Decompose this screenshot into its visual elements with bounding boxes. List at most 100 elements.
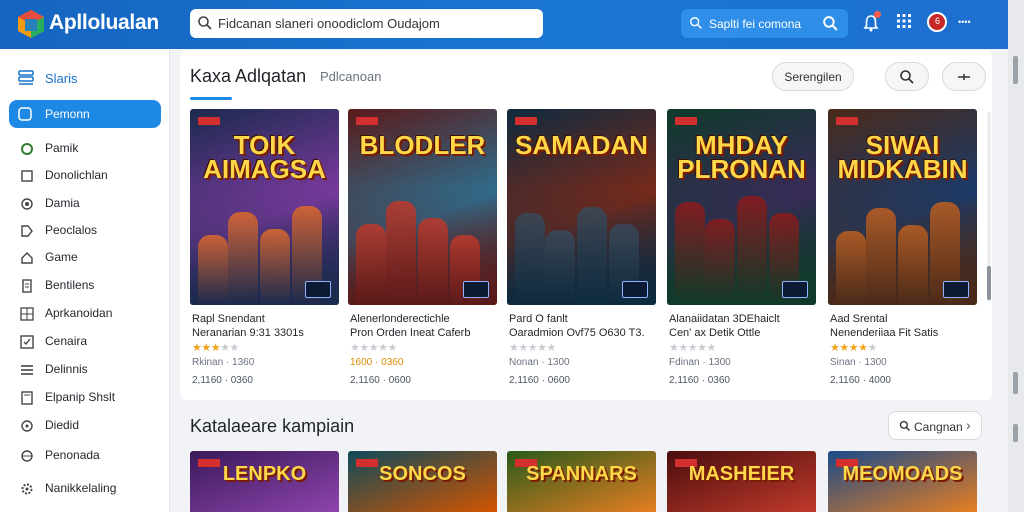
sidebar-item[interactable]: Bentilens	[17, 276, 162, 296]
square-icon	[21, 170, 33, 182]
sidebar-item-label: Peoclalos	[45, 223, 98, 237]
sidebar-item[interactable]: Elpanip Shslt	[17, 388, 162, 408]
sidebar-item[interactable]: Damia	[17, 194, 162, 214]
search-icon	[899, 420, 911, 432]
sidebar-item[interactable]: Peoclalos	[17, 221, 162, 241]
game-cover-image[interactable]: LENPKO	[190, 451, 339, 512]
notification-badge	[874, 11, 881, 18]
home-icon	[18, 107, 32, 121]
star-rating: ★★★★★	[669, 342, 716, 354]
sidebar-active-label: Pemonn	[45, 107, 90, 121]
sidebar-item[interactable]: Delinnis	[17, 360, 162, 380]
game-meta: Sinan · 1300	[830, 357, 887, 368]
list-icon	[21, 365, 33, 375]
game-cover-image[interactable]: MEOMOADS	[828, 451, 977, 512]
platform-badge	[622, 281, 648, 298]
cover-title: LENPKO	[222, 463, 307, 485]
cover-figure	[386, 201, 416, 305]
sidebar-item[interactable]: Nanikkelaling	[17, 479, 162, 499]
game-cover-image[interactable]: SPANNARS	[507, 451, 656, 512]
game-meta: Nonan · 1300	[509, 357, 570, 368]
window-scrollbar[interactable]	[1008, 0, 1024, 512]
gear-icon	[21, 483, 33, 495]
sidebar-item[interactable]: Penonada	[17, 446, 162, 466]
stack-icon	[18, 70, 34, 85]
cover-figure	[898, 225, 928, 305]
sidebar-item[interactable]: Diedid	[17, 416, 162, 436]
cover-figure	[675, 202, 705, 305]
star-rating: ★★★★★	[192, 342, 239, 354]
cover-title: SAMADAN	[515, 130, 648, 160]
sidebar-item-label: Pamik	[45, 141, 79, 155]
game-stats: 2,1160 · 0600	[509, 375, 570, 386]
section-title: Kaxa Adlqatan	[190, 66, 307, 86]
cover-figure	[515, 213, 545, 305]
search-bar[interactable]	[190, 9, 543, 38]
sidebar-item[interactable]: Aprkanoidan	[17, 304, 162, 324]
search-input[interactable]	[218, 14, 538, 33]
game-cover-image[interactable]: TOIK AIMAGSA	[190, 109, 339, 305]
sidebar: Slaris Pemonn Pamik Donolichlan Damia Peocl…	[0, 49, 170, 512]
game-name[interactable]: Pard O fanlt	[509, 313, 568, 325]
game-name[interactable]: Aad Srental	[830, 313, 887, 325]
settings-icon	[21, 420, 33, 432]
panel-scrollbar[interactable]	[987, 112, 991, 302]
user-label[interactable]: ••••	[958, 17, 971, 27]
search-submit-icon[interactable]	[822, 15, 839, 32]
game-cover-image[interactable]: MHDAY PLRONAN	[667, 109, 816, 305]
sidebar-item[interactable]: Cenaira	[17, 332, 162, 352]
user-avatar[interactable]: 6	[927, 12, 947, 32]
cover-figure	[228, 212, 258, 305]
game-subtitle: Oaradmion Ovf75 O630 T3.	[509, 327, 645, 339]
sidebar-item-label: Elpanip Shslt	[45, 390, 116, 404]
apps-grid-icon[interactable]	[897, 14, 911, 28]
search-icon	[198, 16, 212, 30]
cover-title: MASHEIER	[688, 463, 795, 485]
scrollbar-thumb[interactable]	[1013, 424, 1018, 442]
panel-search-button[interactable]	[885, 62, 929, 91]
game-stats: 2,1160 · 0360	[669, 375, 730, 386]
game-cover-image[interactable]: SAMADAN	[507, 109, 656, 305]
sidebar-item[interactable]: Donolichlan	[17, 166, 162, 186]
sidebar-heading[interactable]: Slaris	[17, 69, 78, 92]
filter-pill[interactable]: Serengilen	[772, 62, 854, 91]
sidebar-item-label: Nanikkelaling	[45, 481, 117, 495]
section2-more-button[interactable]: Cangnan ›	[888, 411, 982, 440]
platform-badge	[305, 281, 331, 298]
grid-icon	[20, 307, 34, 321]
section-subtitle[interactable]: Pdlcanoan	[320, 69, 381, 84]
secondary-search-box[interactable]: Saplti fei comona	[681, 9, 848, 38]
hexagon-logo-icon[interactable]	[17, 9, 45, 39]
game-cover-image[interactable]: SONCOS	[348, 451, 497, 512]
home-icon	[21, 252, 33, 264]
featured-panel: Kaxa Adlqatan Pdlcanoan Serengilen TOIK …	[180, 50, 992, 400]
game-stats: 2,1160 · 0360	[192, 375, 253, 386]
game-subtitle: Nenenderiiaa Fit Satis	[830, 327, 939, 339]
scrollbar-thumb[interactable]	[1013, 372, 1018, 394]
panel-scrollbar-thumb[interactable]	[987, 266, 991, 300]
game-cover-image[interactable]: MASHEIER	[667, 451, 816, 512]
game-cover-image[interactable]: BLODLER	[348, 109, 497, 305]
game-name[interactable]: Alanaiidatan 3DEhaiclt	[669, 313, 780, 325]
sort-icon	[958, 74, 970, 80]
star-rating: ★★★★★	[350, 342, 397, 354]
star-rating: ★★★★★	[509, 342, 556, 354]
game-name[interactable]: Alenerlonderectichle	[350, 313, 450, 325]
scrollbar-thumb[interactable]	[1013, 56, 1018, 84]
sidebar-item[interactable]: Game	[17, 248, 162, 268]
sidebar-item-label: Damia	[45, 196, 80, 210]
game-name[interactable]: Rapl Snendant	[192, 313, 265, 325]
folder-icon	[21, 391, 33, 405]
game-meta: Fdinan · 1300	[669, 357, 731, 368]
cover-figure	[705, 219, 735, 305]
sidebar-item[interactable]: Pamik	[17, 139, 162, 159]
cover-figure	[356, 224, 386, 305]
game-cover-image[interactable]: SIWAI MIDKABIN	[828, 109, 977, 305]
cover-figure	[418, 218, 448, 305]
panel-sort-button[interactable]	[942, 62, 986, 91]
sidebar-item-active[interactable]: Pemonn	[9, 100, 161, 128]
circle-icon	[21, 143, 33, 155]
game-subtitle: Neranarian 9:31 3301s	[192, 327, 304, 339]
game-stats: 2,1160 · 4000	[830, 375, 891, 386]
sidebar-item-label: Delinnis	[45, 362, 88, 376]
